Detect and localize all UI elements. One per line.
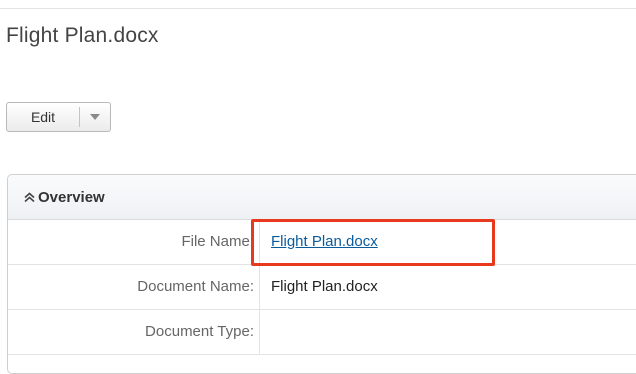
field-row-document-name: Document Name: Flight Plan.docx — [8, 265, 636, 310]
action-button-group: Edit — [6, 102, 111, 132]
actions-dropdown-button[interactable] — [80, 103, 110, 131]
field-value: Flight Plan.docx — [271, 220, 378, 264]
field-row-document-type: Document Type: — [8, 310, 636, 355]
page-title: Flight Plan.docx — [6, 24, 159, 47]
overview-panel-title[interactable]: Overview — [38, 189, 105, 206]
field-value: Flight Plan.docx — [271, 278, 378, 295]
field-row-file-name: File Name: Flight Plan.docx — [8, 220, 636, 265]
field-label: Document Type: — [8, 310, 260, 354]
overview-panel-header: Overview — [8, 175, 636, 220]
top-divider — [0, 0, 636, 9]
file-name-link[interactable]: Flight Plan.docx — [271, 233, 378, 250]
edit-button[interactable]: Edit — [7, 103, 79, 131]
field-label: File Name: — [8, 220, 260, 264]
double-chevron-up-icon[interactable] — [22, 190, 36, 204]
overview-panel: Overview File Name: Flight Plan.docx Doc… — [7, 174, 636, 374]
field-label: Document Name: — [8, 265, 260, 309]
caret-down-icon — [90, 114, 100, 120]
